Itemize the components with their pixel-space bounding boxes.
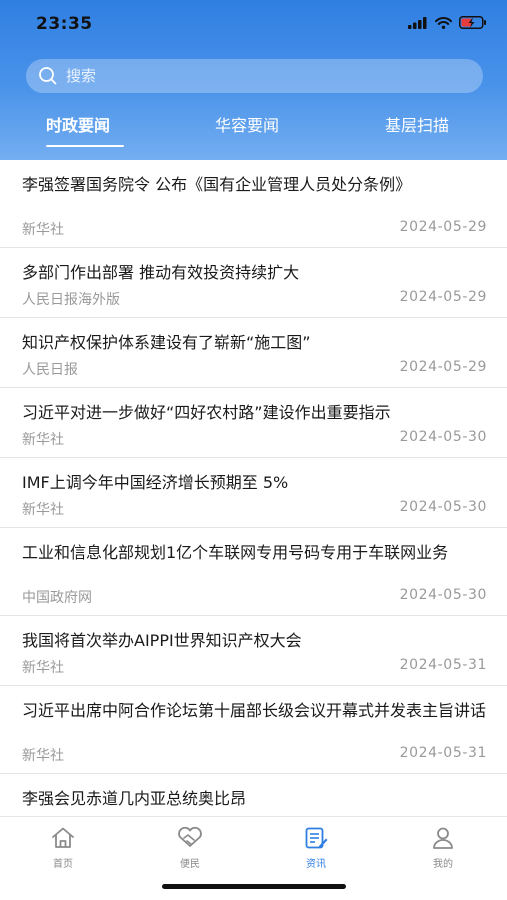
nav-mine[interactable]: 我的 [413,825,473,870]
news-item[interactable]: 习近平出席中阿合作论坛第十届部长级会议开幕式并发表主旨讲话 新华社 2024-0… [0,686,507,774]
news-source: 新华社 [22,748,64,764]
wifi-icon [435,16,452,29]
news-date: 2024-05-29 [399,289,487,305]
news-date: 2024-05-29 [399,219,487,235]
header: 23:35 搜索 时政要闻 华容要闻 基层扫描 [0,0,507,160]
news-title: 知识产权保护体系建设有了崭新“施工图” [22,333,311,352]
news-title: 李强签署国务院令 公布《国有企业管理人员处分条例》 [22,175,412,194]
news-item[interactable]: IMF上调今年中国经济增长预期至 5% 新华社 2024-05-30 [0,458,507,528]
nav-label: 资讯 [306,859,326,870]
nav-label: 我的 [433,859,453,870]
nav-home[interactable]: 首页 [33,825,93,870]
news-date: 2024-05-30 [399,429,487,445]
news-title: IMF上调今年中国经济增长预期至 5% [22,473,289,492]
nav-label: 首页 [53,859,73,870]
nav-convenience[interactable]: 便民 [160,825,220,870]
tab-politics[interactable]: 时政要闻 [46,112,110,136]
news-date: 2024-05-30 [399,499,487,515]
news-source: 新华社 [22,222,64,238]
user-icon [433,827,453,849]
search-bar[interactable] [26,59,483,93]
news-title: 李强会见赤道几内亚总统奥比昂 [22,789,247,808]
news-date: 2024-05-31 [399,657,487,673]
news-title: 习近平对进一步做好“四好农村路”建设作出重要指示 [22,403,391,422]
search-input[interactable] [66,67,446,85]
news-source: 新华社 [22,502,64,518]
news-item[interactable]: 习近平对进一步做好“四好农村路”建设作出重要指示 新华社 2024-05-30 [0,388,507,458]
handshake-icon [178,826,202,847]
status-time: 23:35 [36,14,93,34]
news-source: 人民日报 [22,362,78,378]
news-title: 多部门作出部署 推动有效投资持续扩大 [22,263,300,282]
news-title: 工业和信息化部规划1亿个车联网专用号码专用于车联网业务 [22,543,449,562]
search-icon [39,67,57,85]
news-item[interactable]: 多部门作出部署 推动有效投资持续扩大 人民日报海外版 2024-05-29 [0,248,507,318]
home-icon [52,827,74,848]
status-bar: 23:35 [0,0,507,52]
news-list: 李强签署国务院令 公布《国有企业管理人员处分条例》 新华社 2024-05-29… [0,160,507,816]
news-icon [305,827,328,849]
news-item[interactable]: 我国将首次举办AIPPI世界知识产权大会 新华社 2024-05-31 [0,616,507,686]
news-date: 2024-05-30 [399,587,487,603]
nav-news[interactable]: 资讯 [286,825,346,870]
nav-label: 便民 [180,859,200,870]
news-source: 新华社 [22,660,64,676]
news-item[interactable]: 李强签署国务院令 公布《国有企业管理人员处分条例》 新华社 2024-05-29 [0,160,507,248]
news-title: 我国将首次举办AIPPI世界知识产权大会 [22,631,302,650]
active-tab-indicator [46,145,124,147]
news-item[interactable]: 知识产权保护体系建设有了崭新“施工图” 人民日报 2024-05-29 [0,318,507,388]
news-source: 新华社 [22,432,64,448]
tab-grassroots[interactable]: 基层扫描 [385,112,449,136]
home-indicator [162,884,346,889]
tab-huarong[interactable]: 华容要闻 [215,112,279,136]
news-date: 2024-05-31 [399,745,487,761]
news-source: 人民日报海外版 [22,292,120,308]
news-date: 2024-05-29 [399,359,487,375]
battery-charging-icon [459,16,486,29]
news-item[interactable]: 工业和信息化部规划1亿个车联网专用号码专用于车联网业务 中国政府网 2024-0… [0,528,507,616]
news-title: 习近平出席中阿合作论坛第十届部长级会议开幕式并发表主旨讲话 [22,701,487,720]
news-tabs: 时政要闻 华容要闻 基层扫描 [0,112,507,152]
status-icons [408,16,487,29]
news-source: 中国政府网 [22,590,92,606]
signal-icon [408,16,427,29]
news-item[interactable]: 李强会见赤道几内亚总统奥比昂 [0,774,507,816]
